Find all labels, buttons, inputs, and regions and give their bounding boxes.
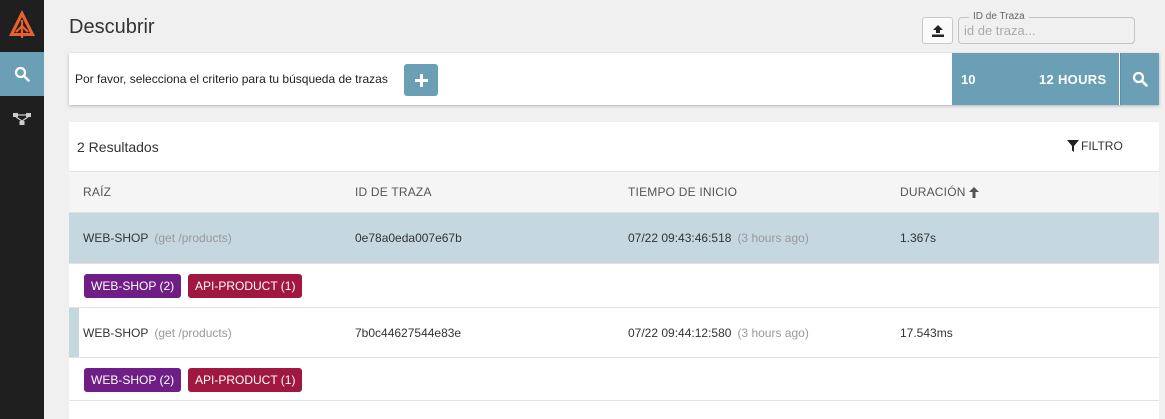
start-time-cell: 07/22 09:43:46:518 (3 hours ago)	[628, 231, 809, 245]
column-header-start-time[interactable]: TIEMPO DE INICIO	[628, 185, 737, 199]
results-panel: 2 Resultados FILTRO RAÍZ ID DE TRAZA TIE…	[69, 122, 1159, 419]
service-tag[interactable]: API-PRODUCT (1)	[188, 368, 303, 392]
trace-id-cell: 0e78a0eda007e67b	[355, 231, 462, 245]
table-row[interactable]: WEB-SHOP (get /products) 7b0c44627544e83e…	[69, 307, 1159, 358]
column-header-root[interactable]: RAÍZ	[83, 185, 111, 199]
table-row[interactable]: WEB-SHOP (get /products) 0e78a0eda007e67b…	[69, 213, 1159, 263]
root-cell: WEB-SHOP (get /products)	[83, 326, 232, 340]
sort-ascending-icon	[968, 186, 979, 198]
upload-json-button[interactable]	[922, 17, 953, 44]
search-prompt: Por favor, selecciona el criterio para t…	[75, 72, 388, 86]
service-tag[interactable]: WEB-SHOP (2)	[84, 368, 182, 392]
table-header: RAÍZ ID DE TRAZA TIEMPO DE INICIO DURACI…	[69, 171, 1159, 213]
root-cell: WEB-SHOP (get /products)	[83, 231, 232, 245]
sidebar-item-discover[interactable]	[0, 52, 44, 96]
zipkin-logo-icon[interactable]	[0, 0, 44, 48]
column-header-trace-id[interactable]: ID DE TRAZA	[355, 185, 432, 199]
trace-id-field: ID de Traza	[958, 11, 1135, 44]
sidebar	[0, 0, 44, 419]
start-time: 07/22 09:44:12:580	[628, 326, 732, 340]
search-icon	[1132, 71, 1148, 87]
search-icon	[14, 66, 30, 82]
root-span: (get /products)	[154, 231, 232, 245]
filter-label: FILTRO	[1081, 139, 1123, 153]
column-header-duration[interactable]: DURACIÓN	[900, 185, 979, 199]
row-marker	[69, 308, 79, 358]
page-title: Descubrir	[69, 16, 155, 38]
root-service: WEB-SHOP	[83, 231, 149, 245]
limit-lookback-settings[interactable]: 10 12 HOURS	[952, 53, 1119, 105]
upload-icon	[931, 24, 944, 37]
service-tags-row: WEB-SHOP (2) API-PRODUCT (1)	[69, 357, 1159, 401]
duration-cell: 17.543ms	[900, 326, 953, 340]
limit-value: 10	[961, 72, 976, 87]
plus-icon	[414, 73, 428, 87]
filter-button[interactable]: FILTRO	[1067, 139, 1123, 153]
lookback-value: 12 HOURS	[1039, 72, 1107, 87]
start-time-cell: 07/22 09:44:12:580 (3 hours ago)	[628, 326, 809, 340]
column-header-duration-label: DURACIÓN	[900, 185, 966, 199]
trace-id-cell: 7b0c44627544e83e	[355, 326, 462, 340]
root-service: WEB-SHOP	[83, 326, 149, 340]
search-criteria-bar: Por favor, selecciona el criterio para t…	[69, 53, 1159, 105]
results-count: 2 Resultados	[77, 139, 159, 155]
start-time-ago: (3 hours ago)	[737, 326, 809, 340]
dependencies-icon	[13, 113, 31, 125]
duration-cell: 1.367s	[900, 231, 937, 245]
start-time: 07/22 09:43:46:518	[628, 231, 732, 245]
run-search-button[interactable]	[1120, 53, 1159, 105]
trace-id-input[interactable]	[960, 19, 1133, 42]
start-time-ago: (3 hours ago)	[737, 231, 809, 245]
root-span: (get /products)	[154, 326, 232, 340]
service-tag[interactable]: WEB-SHOP (2)	[84, 274, 182, 298]
sidebar-item-dependencies[interactable]	[0, 97, 44, 141]
service-tag[interactable]: API-PRODUCT (1)	[188, 274, 303, 298]
add-criteria-button[interactable]	[404, 64, 438, 96]
service-tags-row: WEB-SHOP (2) API-PRODUCT (1)	[69, 263, 1159, 307]
filter-icon	[1067, 140, 1079, 152]
